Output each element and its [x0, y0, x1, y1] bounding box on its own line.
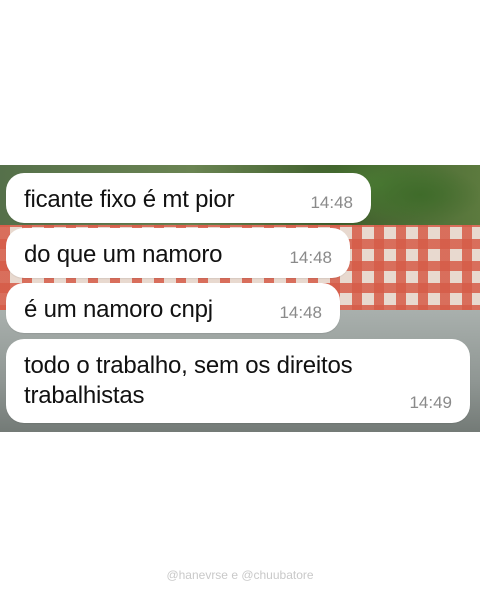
- message-bubble[interactable]: ficante fixo é mt pior 14:48: [6, 173, 371, 223]
- message-timestamp: 14:48: [279, 303, 322, 322]
- message-timestamp: 14:48: [310, 193, 353, 212]
- message-text: ficante fixo é mt pior: [24, 186, 235, 213]
- message-bubble[interactable]: do que um namoro 14:48: [6, 228, 350, 278]
- message-timestamp: 14:48: [289, 248, 332, 267]
- message-text: todo o trabalho, sem os direitos trabalh…: [24, 352, 353, 409]
- message-bubble[interactable]: é um namoro cnpj 14:48: [6, 283, 340, 333]
- chat-screenshot: ficante fixo é mt pior 14:48 do que um n…: [0, 165, 480, 432]
- message-bubble[interactable]: todo o trabalho, sem os direitos trabalh…: [6, 339, 470, 423]
- credit-watermark: @hanevrse e @chuubatore: [166, 568, 314, 582]
- message-text: é um namoro cnpj: [24, 296, 213, 323]
- message-text: do que um namoro: [24, 241, 223, 268]
- message-timestamp: 14:49: [409, 393, 452, 412]
